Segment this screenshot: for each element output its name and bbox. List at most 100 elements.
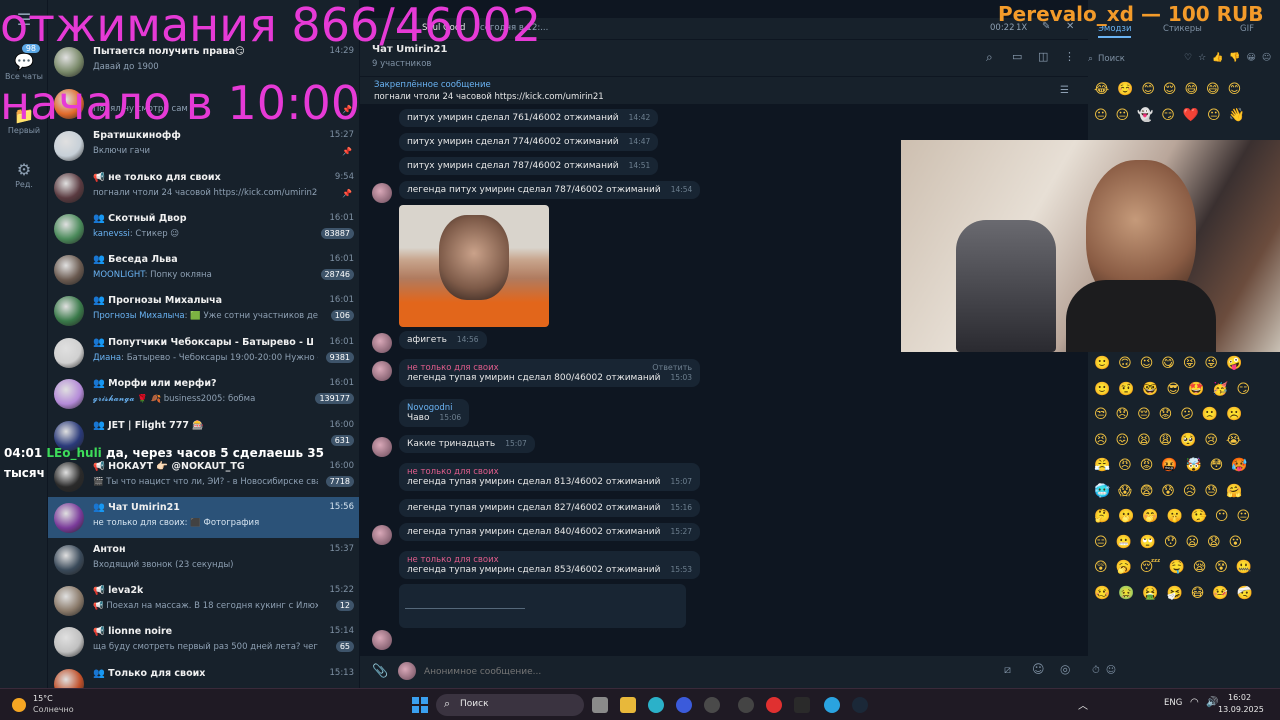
emoji-category-icons[interactable]: ♡☆👍👎😀😐 (1184, 53, 1277, 63)
emoji-row[interactable]: 🙂🙃😉😋😝😜🤪 (1094, 356, 1250, 371)
wifi-icon[interactable]: ◠ (1190, 697, 1199, 708)
github-icon[interactable] (738, 697, 754, 713)
message-bubble[interactable]: не только для своих легенда тупая умирин … (399, 463, 701, 491)
message-input[interactable] (424, 662, 984, 682)
emoji-row[interactable]: 🥶😱😨😰😥😓🤗 (1094, 484, 1250, 499)
avatar (54, 173, 84, 203)
emoji-row[interactable]: 😲🥱😴🤤😪😵🤐 (1094, 560, 1260, 575)
message-bubble[interactable]: Novogodni Чаво 15:06 (399, 399, 470, 427)
yandex-browser-icon[interactable] (766, 697, 782, 713)
ticker-text: да, через часов 5 сделаешь 35 (105, 446, 324, 460)
ticker-time: 04:01 (4, 446, 43, 460)
message-text: афигеть (407, 335, 447, 345)
chat-list-item[interactable]: 👥 Чат Umirin21 15:56 не только для своих: … (48, 497, 359, 538)
chat-list-item[interactable]: 👥 Беседа Льва 16:01 MOONLIGHT: Попку оклян… (48, 249, 359, 290)
reply-button[interactable]: Ответить (652, 363, 692, 372)
clock-time[interactable]: 16:02 (1228, 693, 1251, 702)
emoji-bottom-bar[interactable]: ⏱☺ (1092, 665, 1122, 676)
weather-desc[interactable]: Солнечно (33, 705, 74, 714)
app-y-icon[interactable] (794, 697, 810, 713)
emoji-row[interactable]: 🤔🫢🤭🤫🤥😶😐 (1094, 509, 1258, 524)
message-bubble[interactable]: легенда тупая умирин сделал 827/46002 от… (399, 499, 701, 517)
sender-avatar[interactable] (372, 183, 392, 203)
snippet-sender: Диана (93, 353, 122, 363)
message-bubble[interactable]: легенда тупая умирин сделал 840/46002 от… (399, 523, 701, 541)
app-icon[interactable] (676, 697, 692, 713)
message-text: питух умирин сделал 761/46002 отжиманий (407, 113, 619, 123)
message-bubble[interactable]: питух умирин сделал 761/46002 отжиманий 1… (399, 109, 659, 127)
taskbar-search[interactable]: ⌕ Поиск (436, 694, 584, 716)
message-bubble[interactable]: Какие тринадцать 15:07 (399, 435, 535, 453)
snippet-text: 📢 Поехал на массаж. В 18 сегодня кукинг … (93, 601, 318, 611)
pinned-label: Закреплённое сообщение (374, 80, 491, 90)
sender-avatar[interactable] (372, 361, 392, 381)
chat-list-item[interactable]: Братишкинофф 15:27 Включи гачи 📌 (48, 125, 359, 166)
task-view-icon[interactable] (592, 697, 608, 713)
send-as-avatar[interactable] (398, 662, 416, 680)
chat-list-item[interactable]: 👥 Прогнозы Михалыча 16:01 Прогнозы Михалыч… (48, 290, 359, 331)
sender-avatar[interactable] (372, 630, 392, 650)
pinned-message[interactable]: Закреплённое сообщение погнали чтоли 24 … (360, 76, 1088, 104)
telegram-icon[interactable] (824, 697, 840, 713)
edge-icon[interactable] (648, 697, 664, 713)
volume-icon[interactable]: 🔊 (1206, 697, 1218, 708)
tray-chevron-icon[interactable]: ︿ (1078, 697, 1088, 712)
folder-edit[interactable]: ⚙ Ред. (0, 148, 48, 202)
chat-title: Братишкинофф (93, 130, 181, 141)
emoji-row[interactable]: 😣😖😫😩🥺😢😭 (1094, 433, 1249, 448)
message-bubble[interactable]: легенда питух умирин сделал 787/46002 от… (399, 181, 701, 199)
overlay-counter-text: отжимания 866/46002 (0, 0, 542, 52)
photo-message[interactable] (399, 205, 549, 327)
sender-avatar[interactable] (372, 437, 392, 457)
chat-list-item[interactable]: 📢 lionne noire 15:14 ща буду смотреть перв… (48, 621, 359, 662)
chat-list-item[interactable]: 📢 не только для своих 9:54 погнали чтоли 2… (48, 167, 359, 208)
sender-avatar[interactable] (372, 333, 392, 353)
unread-count-badge: 7718 (325, 476, 354, 487)
emoji-icon[interactable]: ☺ (1032, 662, 1045, 676)
emoji-row[interactable]: 😐😐👻😏❤️😐👋 (1094, 108, 1253, 123)
weather-temp[interactable]: 15°C (33, 694, 53, 703)
emoji-row[interactable]: 🥴🤢🤮🤧😷🤒🤕 (1094, 586, 1261, 601)
message-bubble[interactable]: питух умирин сделал 787/46002 отжиманий 1… (399, 157, 659, 175)
chat-title: 👥 Прогнозы Михалыча (93, 295, 223, 306)
chat-list-item[interactable]: Антон 15:37 Входящий звонок (23 секунды) (48, 539, 359, 580)
message-bubble[interactable]: не только для своих Ответить легенда тупая… (399, 359, 701, 387)
chat-list-item[interactable]: 👥 Попутчики Чебоксары - Батырево - Шемур… (48, 332, 359, 373)
tab-emoji[interactable]: Эмодзи (1098, 24, 1132, 38)
more-icon[interactable]: ⋮ (1064, 50, 1075, 63)
file-explorer-icon[interactable] (620, 697, 636, 713)
windows-start-icon[interactable] (412, 697, 428, 713)
message-sender: не только для своих (407, 555, 499, 565)
chat-list-item[interactable]: 👥 Только для своих 15:13 (48, 663, 359, 688)
search-icon[interactable]: ⌕ (986, 50, 993, 65)
pin-icon: 📌 (342, 189, 352, 198)
language-indicator[interactable]: ENG (1164, 698, 1182, 708)
chat-list-item[interactable]: 👥 Морфи или мерфи? 16:01 𝓰𝓻𝓲𝓼𝓱𝓪𝓷𝓰𝓪 🌹 🍂 bus… (48, 373, 359, 414)
attach-icon[interactable]: 📎 (372, 664, 388, 679)
chat-list-item[interactable]: 👥 Скотный Двор 16:01 kanevssi: Стикер 😉 838… (48, 208, 359, 249)
sidebar-toggle-icon[interactable]: ◫ (1038, 50, 1048, 63)
commands-icon[interactable]: ⧄ (1004, 663, 1011, 677)
message-bubble[interactable]: питух умирин сделал 774/46002 отжиманий 1… (399, 133, 659, 151)
chat-time: 15:13 (329, 668, 355, 678)
pinned-list-icon[interactable]: ☰ (1060, 85, 1069, 96)
emoji-search-input[interactable]: Поиск (1098, 54, 1125, 64)
comments-icon[interactable]: ▭ (1012, 50, 1022, 63)
link-preview-message[interactable] (399, 584, 686, 628)
message-bubble[interactable]: афигеть 14:56 (399, 331, 487, 349)
clock-date[interactable]: 13.09.2025 (1218, 705, 1264, 714)
emoji-row[interactable]: 😑😬🙄😯😦😧😮 (1094, 535, 1250, 550)
message-bubble[interactable]: не только для своих легенда тупая умирин … (399, 551, 701, 579)
emoji-row[interactable]: 😤😠😡🤬🤯😳🥵 (1094, 458, 1255, 473)
sender-avatar[interactable] (372, 525, 392, 545)
chat-list-item[interactable]: 📢 leva2k 15:22 📢 Поехал на массаж. В 18 се… (48, 580, 359, 621)
obs-icon[interactable] (704, 697, 720, 713)
emoji-row[interactable]: 😒😞😔😟😕🙁☹️ (1094, 407, 1250, 422)
chat-time: 16:01 (329, 337, 355, 347)
emoji-row[interactable]: 😂☺️😊😌😄😄😊 (1094, 82, 1249, 97)
camera-icon[interactable]: ◎ (1060, 662, 1070, 676)
emoji-row[interactable]: 🙂🤨🤓😎🤩🥳😏 (1094, 382, 1258, 397)
overlay-start-text: начало в 10:00 (0, 76, 361, 130)
pinned-text: погнали чтоли 24 часовой https://kick.co… (374, 92, 604, 102)
steam-icon[interactable] (852, 697, 868, 713)
